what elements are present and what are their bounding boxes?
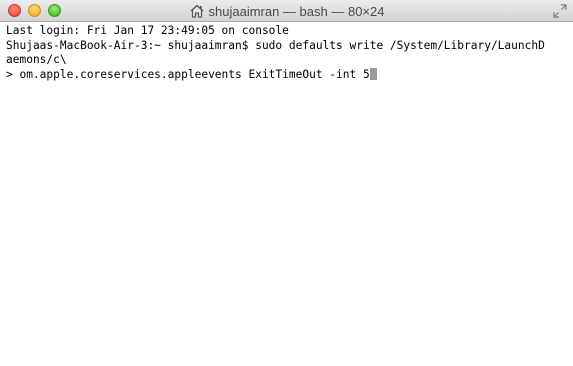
text-cursor: [369, 67, 377, 80]
window-title-text: shujaaimran — bash — 80×24: [208, 3, 385, 19]
terminal-line: Shujaas-MacBook-Air-3:~ shujaaimran$ sud…: [6, 38, 545, 52]
minimize-button[interactable]: [28, 4, 41, 17]
terminal-line: Last login: Fri Jan 17 23:49:05 on conso…: [6, 24, 289, 37]
close-button[interactable]: [8, 4, 21, 17]
window-title: shujaaimran — bash — 80×24: [0, 0, 573, 22]
zoom-button[interactable]: [48, 4, 61, 17]
terminal-line-text: > om.apple.coreservices.appleevents Exit…: [6, 67, 370, 81]
fullscreen-icon[interactable]: [553, 4, 567, 18]
title-bar[interactable]: shujaaimran — bash — 80×24: [0, 0, 573, 22]
terminal-input-line[interactable]: > om.apple.coreservices.appleevents Exit…: [6, 67, 567, 83]
terminal-window: shujaaimran — bash — 80×24 Last login: F…: [0, 0, 573, 366]
terminal-line: aemons/c\: [6, 53, 67, 66]
terminal-content[interactable]: Last login: Fri Jan 17 23:49:05 on conso…: [0, 22, 573, 366]
home-icon: [189, 3, 205, 19]
